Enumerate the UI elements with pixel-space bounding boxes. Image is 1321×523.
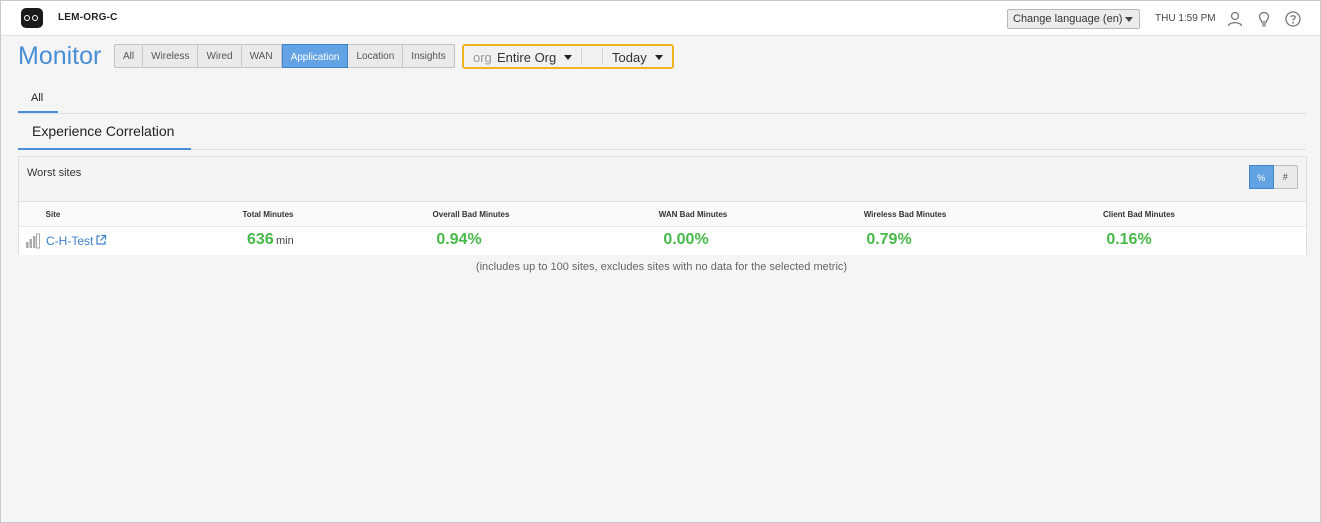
overall-bad-minutes-value: 0.94% bbox=[436, 231, 482, 248]
time-range-dropdown[interactable]: Today bbox=[612, 50, 647, 65]
nav-insights[interactable]: Insights bbox=[403, 45, 453, 67]
clock: THU 1:59 PM bbox=[1155, 13, 1216, 24]
column-header-wan-bad-minutes[interactable]: WAN Bad Minutes bbox=[659, 210, 727, 219]
panel-title: Worst sites bbox=[27, 167, 82, 179]
nav-location[interactable]: Location bbox=[348, 45, 404, 67]
column-header-overall-bad-minutes[interactable]: Overall Bad Minutes bbox=[433, 210, 510, 219]
chevron-down-icon[interactable] bbox=[655, 55, 663, 60]
divider bbox=[18, 113, 1306, 114]
unit-toggle: % # bbox=[1249, 165, 1298, 189]
chevron-down-icon[interactable] bbox=[564, 55, 572, 60]
client-bad-minutes-value: 0.16% bbox=[1106, 231, 1152, 248]
change-language-select[interactable]: Change language (en) bbox=[1007, 9, 1140, 29]
table-footnote: (includes up to 100 sites, excludes site… bbox=[475, 261, 848, 273]
nav-application[interactable]: Application bbox=[281, 44, 349, 68]
building-icon bbox=[26, 233, 40, 249]
wan-bad-minutes-value: 0.00% bbox=[663, 231, 709, 248]
percent-toggle-button[interactable]: % bbox=[1249, 165, 1274, 189]
worst-sites-panel: Worst sites % # Site Total Minutes Overa… bbox=[18, 156, 1307, 255]
divider bbox=[191, 149, 1306, 150]
wireless-bad-minutes-value: 0.79% bbox=[866, 231, 912, 248]
scope-selector-group: org Entire Org Today bbox=[462, 44, 674, 69]
top-header: LEM-ORG-C Change language (en) THU 1:59 … bbox=[1, 1, 1320, 36]
chevron-down-icon bbox=[1125, 17, 1133, 22]
change-language-label: Change language (en) bbox=[1013, 13, 1123, 25]
tab-active-indicator bbox=[18, 148, 191, 150]
nav-all[interactable]: All bbox=[115, 45, 144, 67]
total-minutes-value: 636 bbox=[247, 231, 274, 248]
panel-header: Worst sites % # bbox=[19, 157, 1306, 202]
count-toggle-button[interactable]: # bbox=[1274, 166, 1297, 188]
org-name[interactable]: LEM-ORG-C bbox=[58, 12, 118, 23]
column-header-total-minutes[interactable]: Total Minutes bbox=[243, 210, 294, 219]
page-title: Monitor bbox=[18, 42, 102, 70]
column-header-client-bad-minutes[interactable]: Client Bad Minutes bbox=[1103, 210, 1175, 219]
nav-wired[interactable]: Wired bbox=[198, 45, 242, 67]
table-row[interactable]: C-H-Test 636 min 0.94% 0.00% 0.79% 0.16% bbox=[19, 227, 1306, 255]
total-minutes-unit: min bbox=[276, 235, 294, 247]
external-link-icon[interactable] bbox=[95, 234, 107, 246]
nav-wireless[interactable]: Wireless bbox=[143, 45, 199, 67]
nav-wan[interactable]: WAN bbox=[242, 45, 282, 67]
user-icon[interactable] bbox=[1226, 10, 1244, 28]
tab-all[interactable]: All bbox=[31, 92, 43, 104]
column-header-wireless-bad-minutes[interactable]: Wireless Bad Minutes bbox=[864, 210, 947, 219]
site-link[interactable]: C-H-Test bbox=[46, 234, 93, 248]
monitor-nav: All Wireless Wired WAN Application Locat… bbox=[114, 44, 455, 68]
column-header-site[interactable]: Site bbox=[46, 210, 61, 219]
scope-dropdown[interactable]: Entire Org bbox=[497, 50, 556, 65]
help-icon[interactable] bbox=[1284, 10, 1302, 28]
lightbulb-icon[interactable] bbox=[1255, 10, 1273, 28]
scope-label: org bbox=[473, 50, 492, 65]
tab-experience-correlation[interactable]: Experience Correlation bbox=[32, 123, 174, 139]
org-logo-icon[interactable] bbox=[21, 8, 43, 28]
divider bbox=[581, 48, 603, 65]
